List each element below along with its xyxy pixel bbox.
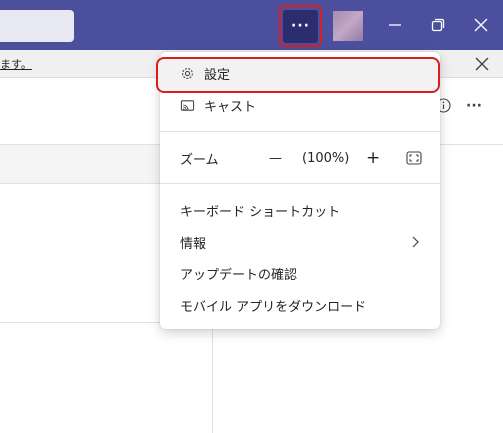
close-window-button[interactable]	[459, 0, 502, 50]
maximize-icon	[431, 18, 444, 32]
menu-item-keyboard-shortcuts[interactable]: キーボード ショートカット	[160, 195, 440, 225]
menu-divider	[160, 183, 440, 184]
menu-item-about[interactable]: 情報	[160, 227, 440, 257]
maximize-button[interactable]	[416, 0, 459, 50]
fullscreen-icon[interactable]	[406, 151, 422, 165]
more-options-button[interactable]: ···	[466, 98, 482, 114]
menu-item-label: 設定	[204, 67, 231, 83]
menu-item-zoom: ズーム — (100%) +	[160, 143, 440, 173]
menu-item-cast[interactable]: キャスト	[160, 90, 440, 120]
menu-item-settings[interactable]: 設定	[156, 57, 440, 93]
avatar[interactable]	[333, 11, 363, 41]
settings-and-more-menu: 設定 キャスト ズーム — (100%) + キーボード ショートカット 情報 …	[156, 52, 440, 329]
highlight-box	[156, 57, 440, 93]
minimize-icon	[388, 24, 401, 26]
more-button-label: ···	[283, 9, 318, 43]
gear-icon	[182, 68, 193, 79]
title-bar: ···	[0, 0, 503, 50]
chevron-right-icon	[412, 236, 419, 248]
menu-item-label: キーボード ショートカット	[180, 204, 341, 220]
zoom-in-button[interactable]: +	[366, 148, 380, 168]
menu-item-download-mobile-app[interactable]: モバイル アプリをダウンロード	[160, 290, 440, 320]
menu-item-label: アップデートの確認	[180, 267, 298, 283]
menu-item-label: キャスト	[204, 99, 257, 115]
minimize-button[interactable]	[373, 0, 416, 50]
notice-link[interactable]: ます。	[0, 56, 32, 72]
search-input[interactable]	[0, 10, 74, 42]
menu-item-label: モバイル アプリをダウンロード	[180, 299, 367, 315]
cast-icon	[180, 100, 195, 111]
menu-divider	[160, 131, 440, 132]
close-icon	[474, 18, 487, 32]
close-icon[interactable]	[473, 55, 491, 73]
zoom-value: (100%)	[302, 150, 350, 166]
settings-and-more-button[interactable]: ···	[279, 5, 322, 47]
zoom-label: ズーム	[180, 152, 219, 168]
menu-item-check-updates[interactable]: アップデートの確認	[160, 258, 440, 288]
menu-item-label: 情報	[180, 236, 207, 252]
zoom-out-button[interactable]: —	[269, 151, 282, 166]
